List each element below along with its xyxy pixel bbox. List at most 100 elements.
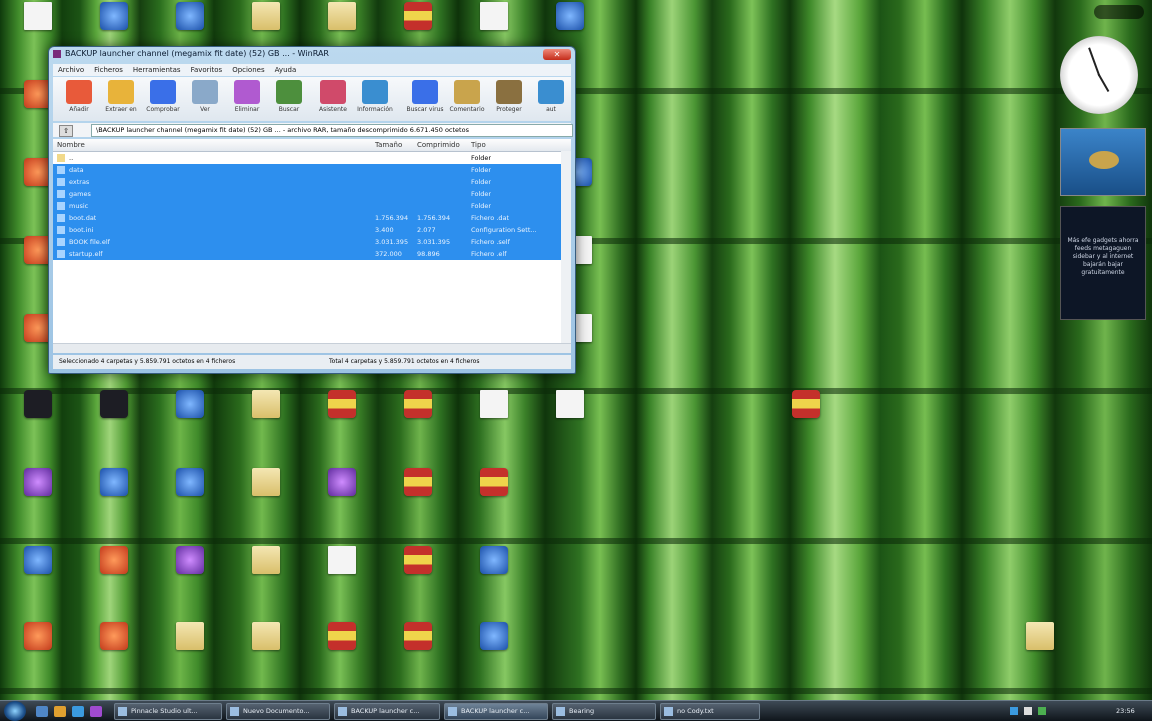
desktop-icon[interactable] [8,468,68,520]
desktop-icon[interactable] [312,468,372,520]
desktop-icon[interactable] [160,390,220,442]
desktop-icon[interactable] [160,468,220,520]
column-header-name[interactable]: Nombre [57,139,85,151]
network-tray-icon[interactable] [1010,707,1018,715]
taskbar-button[interactable]: BACKUP launcher c... [444,703,548,720]
desktop-icon[interactable] [312,622,372,674]
taskbar-button[interactable]: Nuevo Documento... [226,703,330,720]
security-tray-icon[interactable] [1038,707,1046,715]
toolbar-button-label: Información [357,106,393,113]
desktop-icon[interactable] [464,390,524,442]
media-player-icon[interactable] [90,706,102,717]
desktop-icon[interactable] [84,468,144,520]
recycle-bin [24,2,52,30]
table-row[interactable]: .. Folder [53,152,571,164]
desktop-icon[interactable] [312,390,372,442]
toolbar-button[interactable]: Extraer en [99,80,143,113]
desktop-icon[interactable] [236,622,296,674]
menu-item[interactable]: Favoritos [186,64,228,76]
desktop-icon[interactable] [8,546,68,598]
table-row[interactable]: data Folder [53,164,571,176]
toolbar-button[interactable]: Ver [183,80,227,113]
menu-item[interactable]: Ayuda [270,64,302,76]
window-icon [230,707,239,716]
table-row[interactable]: music Folder [53,200,571,212]
desktop-icon[interactable] [388,546,448,598]
desktop-icon[interactable] [464,546,524,598]
desktop-icon[interactable] [84,546,144,598]
slideshow-gadget[interactable] [1060,128,1146,196]
taskbar-button[interactable]: no Cody.txt [660,703,760,720]
vertical-scrollbar[interactable] [561,151,571,343]
desktop-icon[interactable] [8,390,68,442]
menu-item[interactable]: Opciones [227,64,269,76]
column-header-type[interactable]: Tipo [471,139,486,151]
desktop-icon[interactable] [312,546,372,598]
taskbar-button[interactable]: BACKUP launcher c... [334,703,440,720]
table-row[interactable]: boot.dat 1.756.394 1.756.394 Fichero .dat [53,212,571,224]
desktop-icon[interactable] [8,622,68,674]
menu-item[interactable]: Ficheros [89,64,128,76]
close-button[interactable]: ✕ [543,49,571,60]
archive-path-field[interactable]: \BACKUP launcher channel (megamix fit da… [91,124,573,137]
desktop-icon[interactable] [1010,622,1070,674]
explorer-icon[interactable] [54,706,66,717]
start-button[interactable] [4,701,26,721]
desktop-icon[interactable] [540,390,600,442]
folder-icon [252,622,280,650]
toolbar-button[interactable]: Eliminar [225,80,269,113]
desktop-icon[interactable] [464,468,524,520]
file-list[interactable]: Nombre Tamaño Comprimido Tipo .. Folder da… [53,139,571,353]
desktop-icon[interactable] [160,546,220,598]
cell-type: Fichero .elf [471,250,507,258]
taskbar-button[interactable]: Bearing [552,703,656,720]
table-row[interactable]: games Folder [53,188,571,200]
menu-item[interactable]: Herramientas [128,64,186,76]
toolbar-button[interactable]: Asistente [311,80,355,113]
desktop-icon[interactable] [160,622,220,674]
test-icon [150,80,176,104]
table-row[interactable]: BOOK file.elf 3.031.395 3.031.395 Fichero .… [53,236,571,248]
desktop-icon[interactable] [236,468,296,520]
sidebar-header[interactable] [1094,5,1144,19]
tray-clock[interactable]: 23:56 [1116,703,1135,719]
feed-gadget[interactable]: Más efe gadgets ahorra feeds metagaguen … [1060,206,1146,320]
toolbar-button[interactable]: Añadir [57,80,101,113]
feed-gadget-text: Más efe gadgets ahorra feeds metagaguen … [1067,237,1139,276]
toolbar-button[interactable]: Comprobar [141,80,185,113]
menu-item[interactable]: Archivo [53,64,89,76]
desktop-icon[interactable] [236,390,296,442]
desktop-icon[interactable] [388,468,448,520]
internet-explorer-icon[interactable] [72,706,84,717]
toolbar-button[interactable]: aut [529,80,573,113]
desktop-icon[interactable] [388,390,448,442]
desktop-icon[interactable] [236,546,296,598]
winrar-window[interactable]: BACKUP launcher channel (megamix fit dat… [48,46,576,374]
desktop-icon[interactable] [464,622,524,674]
toolbar-button[interactable]: Información [353,80,397,113]
column-header-packed[interactable]: Comprimido [417,139,460,151]
desktop-icon[interactable] [84,390,144,442]
desktop-icon[interactable] [776,390,836,442]
window-titlebar[interactable]: BACKUP launcher channel (megamix fit dat… [49,47,575,61]
taskbar-button[interactable]: Pinnacle Studio ult... [114,703,222,720]
table-row[interactable]: startup.elf 372.000 98.896 Fichero .elf [53,248,571,260]
desktop-icon[interactable] [84,622,144,674]
table-row[interactable]: extras Folder [53,176,571,188]
up-folder-button[interactable]: ⇧ [59,125,73,137]
column-header-size[interactable]: Tamaño [375,139,402,151]
desktop-icon[interactable] [388,622,448,674]
show-desktop-icon[interactable] [36,706,48,717]
toolbar-button[interactable]: Buscar virus [403,80,447,113]
app-icon [24,546,52,574]
toolbar-button[interactable]: Comentario [445,80,489,113]
volume-tray-icon[interactable] [1024,707,1032,715]
toolbar-button[interactable]: Buscar [267,80,311,113]
folder-icon [176,622,204,650]
toolbar-button[interactable]: Proteger [487,80,531,113]
add-icon [66,80,92,104]
cell-size: 372.000 [375,250,402,258]
clock-gadget[interactable] [1060,36,1138,114]
table-row[interactable]: boot.ini 3.400 2.077 Configuration Sett... [53,224,571,236]
horizontal-scrollbar[interactable] [53,343,571,353]
